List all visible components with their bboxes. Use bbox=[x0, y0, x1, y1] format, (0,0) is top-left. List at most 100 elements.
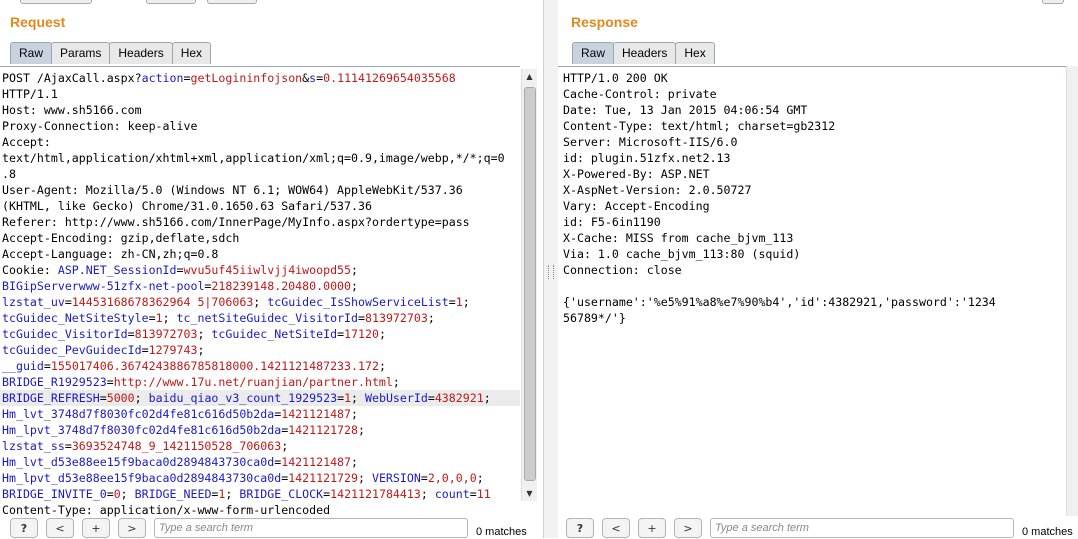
request-line: lzstat_ss=3693524748_9_1421150528_706063… bbox=[0, 438, 520, 454]
response-text: HTTP/1.0 200 OK Cache-Control: private Dat… bbox=[558, 67, 1066, 326]
text-segment: ; bbox=[358, 423, 365, 437]
request-line: Proxy-Connection: keep-alive bbox=[0, 118, 520, 134]
text-segment: ; bbox=[253, 295, 268, 309]
toolbar-button-fragment[interactable] bbox=[20, 0, 92, 4]
param-name: BIGipServerwww-51zfx-net-pool bbox=[2, 279, 205, 293]
request-line: Content-Type: application/x-www-form-url… bbox=[0, 502, 520, 517]
text-segment: ; bbox=[197, 343, 205, 357]
request-line: tcGuidec_PevGuidecId=1279743; bbox=[0, 342, 520, 358]
add-button[interactable]: + bbox=[82, 518, 110, 538]
text-segment: Host: www.sh5166.com bbox=[2, 103, 142, 117]
param-name: Hm_lpvt_3748d7f8030fc02d4fe81c616d50b2da bbox=[2, 423, 282, 437]
param-name: WebUserId bbox=[365, 391, 428, 405]
help-button[interactable]: ? bbox=[566, 518, 594, 538]
param-name: tcGuidec_VisitorId bbox=[2, 327, 128, 341]
response-line: id: F5-6in1190 bbox=[563, 215, 661, 229]
text-segment: = bbox=[99, 391, 107, 405]
add-button[interactable]: + bbox=[638, 518, 666, 538]
next-match-button[interactable]: > bbox=[118, 518, 146, 538]
param-name: baidu_qiao_v3_count_1929523 bbox=[148, 391, 338, 405]
search-input[interactable]: Type a search term bbox=[710, 518, 1014, 538]
request-line: Cookie: ASP.NET_SessionId=wvu5uf45iiwlvj… bbox=[0, 262, 520, 278]
text-segment: = bbox=[337, 391, 345, 405]
param-value: 14453168678362964 5|706063 bbox=[71, 295, 254, 309]
request-scrollbar[interactable]: ▲ ▼ bbox=[521, 69, 537, 501]
tab-raw[interactable]: Raw bbox=[10, 42, 53, 64]
search-input[interactable]: Type a search term bbox=[154, 518, 468, 538]
param-value: http://www.17u.net/ruanjian/partner.html bbox=[113, 375, 393, 389]
scroll-thumb[interactable] bbox=[524, 87, 536, 481]
response-line: Via: 1.0 cache_bjvm_113:80 (squid) bbox=[563, 247, 801, 261]
text-segment: = bbox=[337, 327, 345, 341]
text-segment: ; bbox=[378, 327, 386, 341]
tab-raw[interactable]: Raw bbox=[572, 42, 615, 64]
request-line: User-Agent: Mozilla/5.0 (Windows NT 6.1;… bbox=[0, 182, 520, 198]
response-line: Date: Tue, 13 Jan 2015 04:06:54 GMT bbox=[563, 103, 808, 117]
param-name: tcGuidec_NetSiteId bbox=[211, 327, 338, 341]
param-value: 155017406.3674243886785818000.1421121487… bbox=[50, 359, 379, 373]
previous-match-button[interactable]: < bbox=[46, 518, 74, 538]
param-value: 0.11141269654035568 bbox=[323, 71, 456, 85]
text-segment: = bbox=[106, 487, 114, 501]
request-line: POST /AjaxCall.aspx?action=getLogininfoj… bbox=[0, 70, 520, 86]
toolbar-button-fragment[interactable] bbox=[207, 0, 257, 4]
text-segment: = bbox=[148, 311, 156, 325]
request-editor[interactable]: POST /AjaxCall.aspx?action = getLogininfoj… bbox=[0, 66, 520, 517]
divider-grip-icon[interactable] bbox=[548, 265, 554, 279]
response-search-bar: ? < + > Type a search term 0 matches bbox=[566, 518, 1073, 538]
text-segment: ; bbox=[351, 455, 359, 469]
param-name: BRIDGE_CLOCK bbox=[239, 487, 324, 501]
text-segment: ; bbox=[351, 279, 358, 293]
response-line: Cache-Control: private bbox=[563, 87, 717, 101]
tab-hex[interactable]: Hex bbox=[171, 42, 212, 64]
param-value: 1279743 bbox=[148, 343, 198, 357]
response-line: X-Powered-By: ASP.NET bbox=[563, 167, 710, 181]
param-value: 1421121487 bbox=[281, 455, 352, 469]
param-value: 2,0,0,0 bbox=[427, 471, 477, 485]
next-match-button[interactable]: > bbox=[674, 518, 702, 538]
split-divider[interactable] bbox=[543, 0, 559, 538]
previous-match-button[interactable]: < bbox=[602, 518, 630, 538]
response-line: Server: Microsoft-IIS/6.0 bbox=[563, 135, 738, 149]
response-scrollbar[interactable] bbox=[1066, 66, 1078, 516]
text-segment: = bbox=[106, 375, 114, 389]
tab-params[interactable]: Params bbox=[51, 42, 111, 64]
text-segment: HTTP/1.1 bbox=[2, 87, 58, 101]
param-value: 218239148.20480.0000 bbox=[211, 279, 352, 293]
response-line: Vary: Accept-Encoding bbox=[563, 199, 710, 213]
text-segment: ; bbox=[358, 471, 372, 485]
response-line: X-AspNet-Version: 2.0.50727 bbox=[563, 183, 752, 197]
param-value: 11 bbox=[476, 487, 491, 501]
text-segment: Accept: bbox=[2, 135, 51, 149]
scroll-down-arrow-icon[interactable]: ▼ bbox=[522, 486, 537, 501]
param-value: 0 bbox=[113, 487, 121, 501]
param-value: 4382921 bbox=[434, 391, 484, 405]
param-name: tcGuidec_IsShowServiceList bbox=[267, 295, 449, 309]
tab-hex[interactable]: Hex bbox=[675, 42, 715, 64]
tab-headers[interactable]: Headers bbox=[613, 42, 677, 64]
request-line: Hm_lvt_d53e88ee15f9baca0d2894843730ca0d=… bbox=[0, 454, 520, 470]
request-line: Hm_lvt_3748d7f8030fc02d4fe81c616d50b2da=… bbox=[0, 406, 520, 422]
tab-headers[interactable]: Headers bbox=[109, 42, 173, 64]
text-segment: ; bbox=[392, 375, 400, 389]
request-tabs: Raw Params Headers Hex bbox=[10, 42, 212, 64]
param-value: 1421121784413 bbox=[330, 487, 421, 501]
param-value: 1 bbox=[344, 391, 352, 405]
text-segment: ; bbox=[462, 295, 470, 309]
scroll-up-arrow-icon[interactable]: ▲ bbox=[522, 69, 537, 84]
text-segment: = bbox=[64, 439, 72, 453]
text-segment: = bbox=[358, 311, 365, 325]
request-line: Referer: http://www.sh5166.com/InnerPage… bbox=[0, 214, 520, 230]
toolbar-button-fragment[interactable] bbox=[146, 0, 196, 4]
response-editor[interactable]: HTTP/1.0 200 OK Cache-Control: private Dat… bbox=[558, 66, 1066, 517]
help-button[interactable]: ? bbox=[10, 518, 38, 538]
request-line: (KHTML, like Gecko) Chrome/31.0.1650.63 … bbox=[0, 198, 520, 214]
request-line: lzstat_uv=14453168678362964 5|706063; tc… bbox=[0, 294, 520, 310]
param-value: 1421121728 bbox=[288, 423, 358, 437]
param-name: tcGuidec_NetSiteStyle bbox=[2, 311, 149, 325]
toolbar-button-fragment[interactable] bbox=[1042, 0, 1064, 4]
match-count: 0 matches bbox=[476, 526, 527, 538]
request-line: Hm_lpvt_3748d7f8030fc02d4fe81c616d50b2da… bbox=[0, 422, 520, 438]
param-value: 1 bbox=[455, 295, 463, 309]
param-name: BRIDGE_NEED bbox=[134, 487, 212, 501]
